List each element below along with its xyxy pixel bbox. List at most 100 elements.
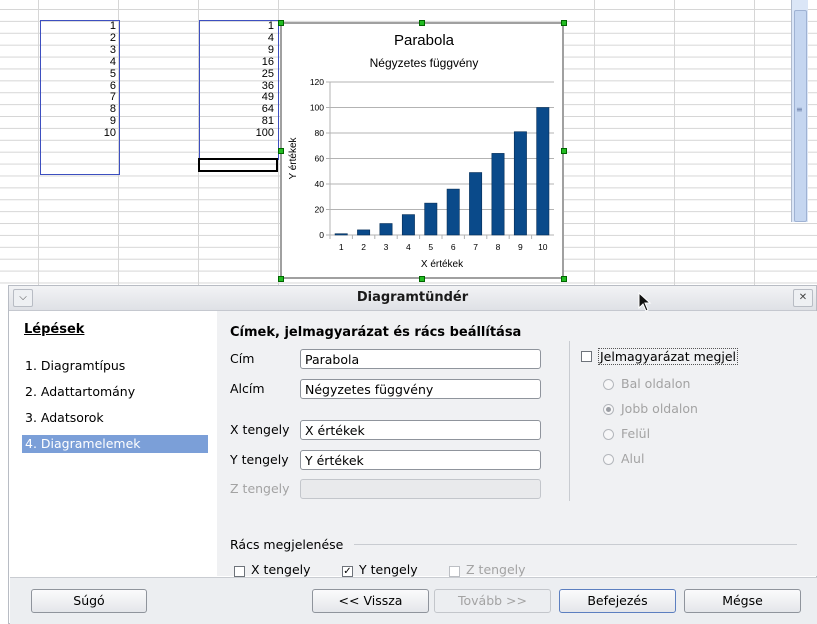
cell[interactable]: 1 <box>46 20 116 33</box>
z-grid-checkbox <box>449 566 460 577</box>
resize-handle-l[interactable] <box>278 148 284 154</box>
bar <box>491 153 505 236</box>
grid-column-line <box>38 0 39 290</box>
cell[interactable]: 3 <box>46 44 116 57</box>
dialog-button-bar: Súgó << Vissza Tovább >> Befejezés Mégse <box>10 577 817 624</box>
step-chart-type[interactable]: 1. Diagramtípus <box>22 357 208 375</box>
legend-top-radio <box>603 429 614 440</box>
legend-bottom-label: Alul <box>621 451 645 466</box>
steps-pane: Lépések 1. Diagramtípus 2. Adattartomány… <box>10 311 217 576</box>
cell[interactable]: 4 <box>46 56 116 69</box>
dialog-titlebar[interactable]: ⌵ Diagramtündér ✕ <box>9 286 816 311</box>
cell[interactable]: 1 <box>204 20 274 33</box>
y-tick-label: 60 <box>315 154 325 164</box>
bar <box>424 202 438 236</box>
resize-handle-br[interactable] <box>561 276 567 282</box>
resize-handle-r[interactable] <box>561 148 567 154</box>
step-data-series[interactable]: 3. Adatsorok <box>22 409 208 427</box>
back-button[interactable]: << Vissza <box>312 589 429 613</box>
cell[interactable]: 6 <box>46 80 116 93</box>
legend-checkbox-label[interactable]: Jelmagyarázat megjel <box>598 348 739 365</box>
vertical-divider <box>569 341 570 501</box>
y-grid-checkbox[interactable]: ✓ <box>342 566 353 577</box>
y-tick-label: 120 <box>310 77 324 87</box>
legend-right-radio <box>603 404 614 415</box>
cancel-button[interactable]: Mégse <box>684 589 801 613</box>
grid-column-line <box>594 0 595 290</box>
resize-handle-tl[interactable] <box>278 20 284 26</box>
cell[interactable]: 8 <box>46 103 116 116</box>
resize-handle-t[interactable] <box>419 20 425 26</box>
y-axis-input[interactable] <box>300 450 541 470</box>
grid-column-line <box>754 0 755 290</box>
step-chart-elements[interactable]: 4. Diagramelemek <box>22 435 208 453</box>
grid-column-line <box>674 0 675 290</box>
scrollbar-grip-icon: ≡ <box>796 105 803 114</box>
cell[interactable]: 4 <box>204 32 274 45</box>
steps-title: Lépések <box>24 322 85 337</box>
legend-checkbox[interactable] <box>581 351 592 362</box>
subtitle-label: Alcím <box>230 381 265 396</box>
close-icon: ✕ <box>798 292 808 303</box>
bar <box>469 172 483 236</box>
cell[interactable]: 16 <box>204 56 274 69</box>
scrollbar-thumb[interactable] <box>794 10 807 222</box>
subtitle-input[interactable] <box>300 379 541 399</box>
x-grid-label[interactable]: X tengely <box>251 562 311 577</box>
legend-right-label: Jobb oldalon <box>621 401 698 416</box>
cell[interactable]: 9 <box>204 44 274 57</box>
x-tick-label: 3 <box>384 242 389 252</box>
next-button: Tovább >> <box>434 589 551 613</box>
chart-title: Parabola <box>394 32 455 49</box>
y-axis-title: Y értékek <box>288 136 299 179</box>
x-axis-label: X tengely <box>230 422 290 437</box>
x-tick-label: 7 <box>473 242 478 252</box>
chart-wizard-dialog: ⌵ Diagramtündér ✕ Lépések 1. Diagramtípu… <box>8 285 817 624</box>
title-input[interactable] <box>300 349 541 369</box>
bar <box>536 107 550 236</box>
cell[interactable]: 2 <box>46 32 116 45</box>
cell[interactable]: 25 <box>204 68 274 81</box>
help-button[interactable]: Súgó <box>31 589 147 613</box>
cell[interactable]: 100 <box>204 127 274 140</box>
x-tick-label: 8 <box>496 242 501 252</box>
legend-top-label: Felül <box>621 426 651 441</box>
active-cell[interactable] <box>198 158 278 172</box>
resize-handle-bl[interactable] <box>278 276 284 282</box>
legend-left-radio <box>603 379 614 390</box>
finish-button[interactable]: Befejezés <box>559 589 676 613</box>
step-data-range[interactable]: 2. Adattartomány <box>22 383 208 401</box>
y-tick-label: 40 <box>315 179 325 189</box>
x-axis-input[interactable] <box>300 420 541 440</box>
resize-handle-b[interactable] <box>419 276 425 282</box>
bar <box>334 233 348 236</box>
bar <box>357 229 371 236</box>
cell[interactable]: 10 <box>46 127 116 140</box>
y-axis-label: Y tengely <box>230 452 289 467</box>
vertical-scrollbar[interactable]: ≡ <box>791 0 808 222</box>
chart-canvas: ParabolaNégyzetes függvény02040608010012… <box>288 32 554 270</box>
chart-elements-pane: Címek, jelmagyarázat és rács beállítása … <box>217 311 817 577</box>
resize-handle-tr[interactable] <box>561 20 567 26</box>
grid-section-line <box>354 544 797 545</box>
x-tick-label: 10 <box>538 242 548 252</box>
x-tick-label: 5 <box>428 242 433 252</box>
x-axis-title: X értékek <box>421 259 464 270</box>
cell[interactable]: 7 <box>46 91 116 104</box>
close-button[interactable]: ✕ <box>793 289 813 307</box>
z-axis-input <box>300 479 541 499</box>
legend-bottom-radio <box>603 454 614 465</box>
cell[interactable]: 5 <box>46 68 116 81</box>
chart-object[interactable]: Parabola Négyzetes függvény 0 20 40 60 80 100 12… <box>280 22 564 279</box>
y-tick-label: 0 <box>319 230 324 240</box>
grid-section-title: Rács megjelenése <box>230 537 344 552</box>
y-grid-label[interactable]: Y tengely <box>359 562 418 577</box>
x-tick-label: 9 <box>518 242 523 252</box>
x-tick-label: 6 <box>451 242 456 252</box>
bar <box>401 214 415 236</box>
chart-subtitle: Négyzetes függvény <box>370 56 479 70</box>
mouse-pointer-icon <box>638 292 652 312</box>
y-tick-label: 80 <box>315 128 325 138</box>
check-mark-icon: ✓ <box>343 566 352 577</box>
x-grid-checkbox[interactable] <box>234 566 245 577</box>
